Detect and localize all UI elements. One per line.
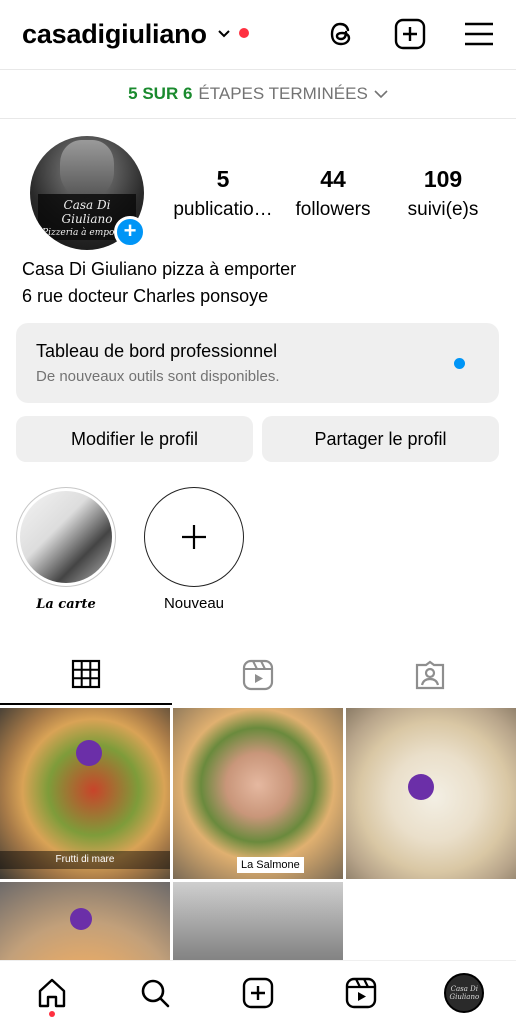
profile-avatar: Casa Di Giuliano <box>444 972 485 1013</box>
nav-create[interactable] <box>236 971 280 1015</box>
nav-profile[interactable]: Casa Di Giuliano <box>442 971 486 1015</box>
threads-icon[interactable] <box>326 19 356 49</box>
stat-label: suivi(e)s <box>407 199 479 220</box>
tab-posts[interactable] <box>0 645 172 705</box>
dashboard-subtitle: De nouveaux outils sont disponibles. <box>36 368 280 385</box>
stat-following[interactable]: 109 suivi(e)s <box>388 166 498 221</box>
tab-reels[interactable] <box>172 645 344 705</box>
home-icon <box>38 978 65 1007</box>
share-profile-button[interactable]: Partager le profil <box>262 416 499 462</box>
post-decoration <box>70 908 92 930</box>
plus-icon <box>182 525 206 549</box>
edit-profile-button[interactable]: Modifier le profil <box>16 416 253 462</box>
highlight-la-carte[interactable]: La carte <box>16 487 116 612</box>
professional-dashboard-card[interactable]: Tableau de bord professionnel De nouveau… <box>16 323 499 403</box>
stat-posts[interactable]: 5 publicatio… <box>168 166 278 221</box>
stat-value: 5 <box>216 166 230 192</box>
chevron-down-icon[interactable] <box>217 27 231 41</box>
steps-done-count: 5 SUR 6 <box>128 84 193 103</box>
create-post-icon[interactable] <box>394 18 426 50</box>
menu-icon[interactable] <box>464 21 494 47</box>
highlight-ring <box>16 487 116 587</box>
post-decoration <box>76 740 102 766</box>
setup-steps-banner[interactable]: 5 SUR 6 ÉTAPES TERMINÉES <box>0 69 516 119</box>
new-highlight-circle <box>144 487 244 587</box>
highlight-label: Nouveau <box>163 595 225 612</box>
stat-label: followers <box>295 199 371 220</box>
profile-actions: Modifier le profil Partager le profil <box>16 416 499 462</box>
reels-icon <box>242 659 274 691</box>
new-indicator-dot <box>454 358 465 369</box>
reels-icon <box>345 977 377 1008</box>
post-decoration <box>408 774 434 800</box>
stat-value: 109 <box>423 166 463 192</box>
tagged-icon <box>415 660 445 690</box>
highlight-cover <box>20 491 112 583</box>
stat-value: 44 <box>320 166 346 192</box>
nav-home[interactable] <box>30 971 74 1017</box>
tab-tagged[interactable] <box>344 645 516 705</box>
nav-search[interactable] <box>133 971 177 1015</box>
top-actions <box>326 18 494 50</box>
profile-stats: 5 publicatio… 44 followers 109 suivi(e)s <box>168 166 498 221</box>
nav-reels[interactable] <box>339 971 383 1015</box>
post-caption: La Salmone <box>237 857 304 873</box>
post-thumbnail[interactable]: La Salmone <box>173 708 343 879</box>
account-username[interactable]: casadigiuliano <box>22 19 207 50</box>
profile-tabs <box>0 645 516 705</box>
highlight-label: La carte <box>36 597 96 612</box>
bottom-navigation: Casa Di Giuliano <box>0 960 516 1024</box>
chevron-down-icon <box>374 90 388 99</box>
grid-icon <box>71 659 101 689</box>
profile-name: Casa Di Giuliano pizza à emporter <box>22 259 297 279</box>
top-bar: casadigiuliano <box>0 0 516 68</box>
steps-label: ÉTAPES TERMINÉES <box>198 84 368 103</box>
profile-avatar-wrap[interactable]: Casa Di Giuliano Pizzeria à emporter + <box>30 136 146 250</box>
profile-bio: Casa Di Giuliano pizza à emporter 6 rue … <box>22 256 296 310</box>
post-caption: Frutti di mare <box>0 851 170 869</box>
search-icon <box>141 979 170 1007</box>
dashboard-title: Tableau de bord professionnel <box>36 341 278 361</box>
add-story-icon[interactable]: + <box>114 216 146 248</box>
stat-followers[interactable]: 44 followers <box>278 166 388 221</box>
notification-dot <box>238 28 249 38</box>
stat-label: publicatio… <box>173 199 273 220</box>
home-notification-dot <box>48 1010 55 1017</box>
post-thumbnail[interactable]: Frutti di mare <box>0 708 170 879</box>
profile-address: 6 rue docteur Charles ponsoye <box>22 286 269 306</box>
story-highlights: La carte Nouveau <box>16 487 244 612</box>
post-thumbnail[interactable] <box>346 708 516 879</box>
highlight-new[interactable]: Nouveau <box>144 487 244 612</box>
create-icon <box>242 977 274 1008</box>
avatar-portrait <box>60 140 114 198</box>
